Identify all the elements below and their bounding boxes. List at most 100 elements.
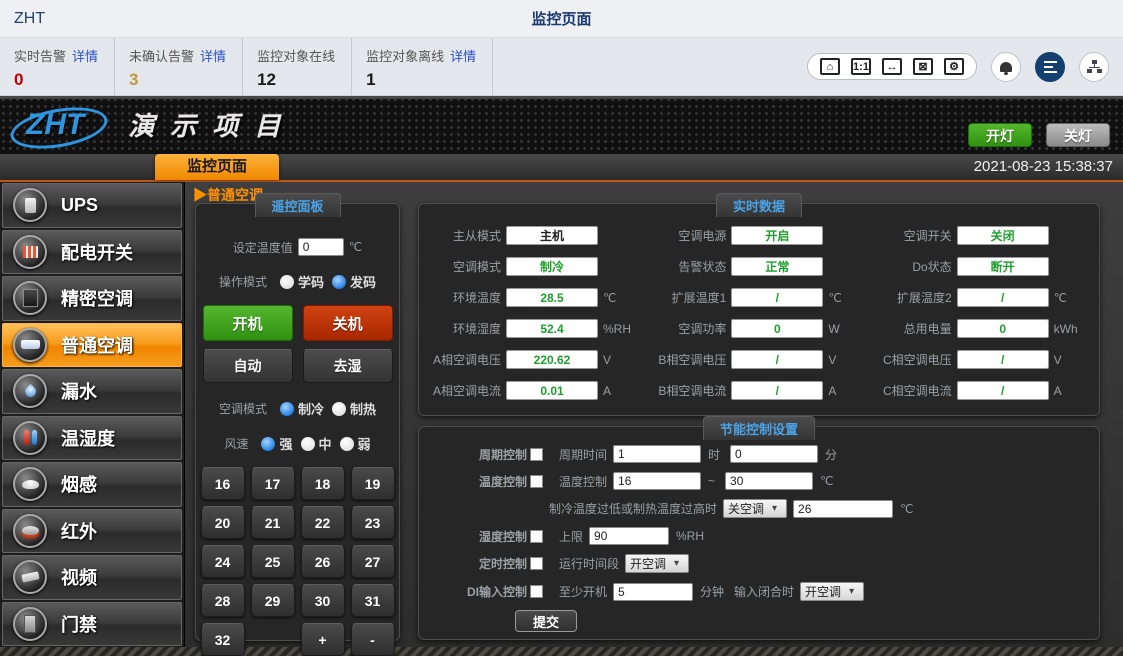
temp-button-+[interactable]: + — [301, 623, 345, 656]
field-value-box: 断开 — [957, 257, 1049, 276]
temp-button-20[interactable]: 20 — [201, 506, 245, 539]
one-to-one-icon[interactable]: 1:1 — [851, 58, 871, 75]
ac-mode-option[interactable]: 制热 — [332, 399, 376, 418]
alarm-list-button[interactable] — [1035, 52, 1065, 82]
di-input-control-checkbox[interactable] — [530, 585, 543, 598]
min-runtime-label: 至少开机 — [559, 583, 607, 600]
detail-link[interactable]: 详情 — [72, 49, 98, 64]
temp-button-26[interactable]: 26 — [301, 545, 345, 578]
tab-monitor-page[interactable]: 监控页面 — [155, 154, 279, 180]
power-on-button[interactable]: 开机 — [203, 305, 293, 341]
sidebar-item-label: UPS — [61, 195, 98, 216]
topology-button[interactable] — [1079, 52, 1109, 82]
field-label: 空调功率 — [644, 320, 726, 337]
sidebar-item-normal-ac[interactable]: 普通空调 — [2, 323, 182, 368]
temp-button--[interactable]: - — [351, 623, 395, 656]
gear-icon[interactable]: ⚙ — [944, 58, 964, 75]
stat-item-0: 实时告警详情0 — [0, 38, 115, 95]
temp-button-23[interactable]: 23 — [351, 506, 395, 539]
sidebar-item-water-leak[interactable]: 漏水 — [2, 369, 182, 414]
temp-min-input[interactable] — [613, 472, 701, 490]
temp-exceed-action-select[interactable]: 关空调 — [723, 499, 787, 518]
sidebar-item-door[interactable]: 门禁 — [2, 602, 182, 647]
temp-button-24[interactable]: 24 — [201, 545, 245, 578]
fan-speed-option[interactable]: 弱 — [340, 434, 371, 453]
humidity-control-label: 湿度控制 — [459, 528, 527, 545]
sidebar-item-power-switch[interactable]: 配电开关 — [2, 230, 182, 275]
temp-button-22[interactable]: 22 — [301, 506, 345, 539]
sidebar-item-smoke[interactable]: 烟感 — [2, 462, 182, 507]
temp-button-18[interactable]: 18 — [301, 467, 345, 500]
field-value-box: / — [731, 288, 823, 307]
temp-exceed-input[interactable] — [793, 500, 893, 518]
min-runtime-input[interactable] — [613, 583, 693, 601]
temp-button-21[interactable]: 21 — [251, 506, 295, 539]
set-temp-label: 设定温度值 — [233, 239, 293, 256]
auto-button[interactable]: 自动 — [203, 349, 293, 383]
fullscreen-icon[interactable]: ⊠ — [913, 58, 933, 75]
home-icon[interactable]: ⌂ — [820, 58, 840, 75]
run-period-select[interactable]: 开空调 — [625, 554, 689, 573]
light-on-button[interactable]: 开灯 — [968, 123, 1032, 147]
bell-button[interactable] — [991, 52, 1021, 82]
stat-item-3: 监控对象离线详情1 — [352, 38, 493, 95]
op-mode-option[interactable]: 发码 — [332, 272, 376, 291]
sidebar-item-infrared[interactable]: 红外 — [2, 509, 182, 554]
realtime-column-1: 空调电源开启告警状态正常扩展温度1/℃空调功率0WB相空调电压/VB相空调电流/… — [644, 220, 869, 415]
view-tool-pill: ⌂ 1:1 ↔ ⊠ ⚙ — [807, 53, 977, 80]
camera-icon — [13, 560, 47, 594]
sidebar-item-label: 红外 — [61, 518, 97, 544]
realtime-field: B相空调电流/A — [644, 375, 869, 406]
hours-unit: 时 — [708, 446, 720, 463]
radio-icon — [301, 437, 315, 451]
set-temp-input[interactable] — [298, 238, 344, 256]
cycle-minutes-input[interactable] — [730, 445, 818, 463]
sidebar-item-precision-ac[interactable]: 精密空调 — [2, 276, 182, 321]
realtime-field: 空调功率0W — [644, 313, 869, 344]
temp-control-checkbox[interactable] — [530, 475, 543, 488]
submit-button[interactable]: 提交 — [515, 610, 577, 632]
sidebar-item-temp-humidity[interactable]: 温湿度 — [2, 416, 182, 461]
op-mode-option[interactable]: 学码 — [280, 272, 324, 291]
humidity-limit-input[interactable] — [589, 527, 669, 545]
field-value-box: / — [957, 350, 1049, 369]
temp-button-29[interactable]: 29 — [251, 584, 295, 617]
cycle-hours-input[interactable] — [613, 445, 701, 463]
temp-button-30[interactable]: 30 — [301, 584, 345, 617]
logo: ZHT 演示项目 — [16, 106, 296, 143]
precision-ac-icon — [13, 281, 47, 315]
ac-mode-row: 空调模式 制冷制热 — [196, 399, 399, 418]
cycle-control-checkbox[interactable] — [530, 448, 543, 461]
temp-button-17[interactable]: 17 — [251, 467, 295, 500]
minutes-label: 分钟 — [700, 583, 724, 600]
stats-bar: 实时告警详情0未确认告警详情3监控对象在线12监控对象离线详情1 ⌂1:1↔⊠⚙ — [0, 38, 1123, 96]
input-closed-select[interactable]: 开空调 — [800, 582, 864, 601]
fan-speed-option[interactable]: 中 — [301, 434, 332, 453]
temp-button-25[interactable]: 25 — [251, 545, 295, 578]
temp-button-32[interactable]: 32 — [201, 623, 245, 656]
di-input-control-label: DI输入控制 — [459, 583, 527, 600]
temp-button-28[interactable]: 28 — [201, 584, 245, 617]
detail-link[interactable]: 详情 — [450, 49, 476, 64]
fan-speed-option[interactable]: 强 — [261, 434, 292, 453]
dehumidify-button[interactable]: 去湿 — [303, 349, 393, 383]
light-off-button[interactable]: 关灯 — [1046, 123, 1110, 147]
temp-button-31[interactable]: 31 — [351, 584, 395, 617]
temp-max-input[interactable] — [725, 472, 813, 490]
temp-button-27[interactable]: 27 — [351, 545, 395, 578]
realtime-field: C相空调电压/V — [870, 344, 1095, 375]
temp-button-16[interactable]: 16 — [201, 467, 245, 500]
sidebar-item-video[interactable]: 视频 — [2, 555, 182, 600]
ac-mode-options: 制冷制热 — [272, 399, 376, 418]
sidebar-item-ups[interactable]: UPS — [2, 183, 182, 228]
top-bar: ZHT 监控页面 — [0, 0, 1123, 38]
temp-button-19[interactable]: 19 — [351, 467, 395, 500]
humidity-control-checkbox[interactable] — [530, 530, 543, 543]
fit-width-icon[interactable]: ↔ — [882, 58, 902, 75]
realtime-field: 告警状态正常 — [644, 251, 869, 282]
timer-control-checkbox[interactable] — [530, 557, 543, 570]
detail-link[interactable]: 详情 — [200, 49, 226, 64]
power-off-button[interactable]: 关机 — [303, 305, 393, 341]
ac-mode-option[interactable]: 制冷 — [280, 399, 324, 418]
field-value-box: / — [731, 350, 823, 369]
